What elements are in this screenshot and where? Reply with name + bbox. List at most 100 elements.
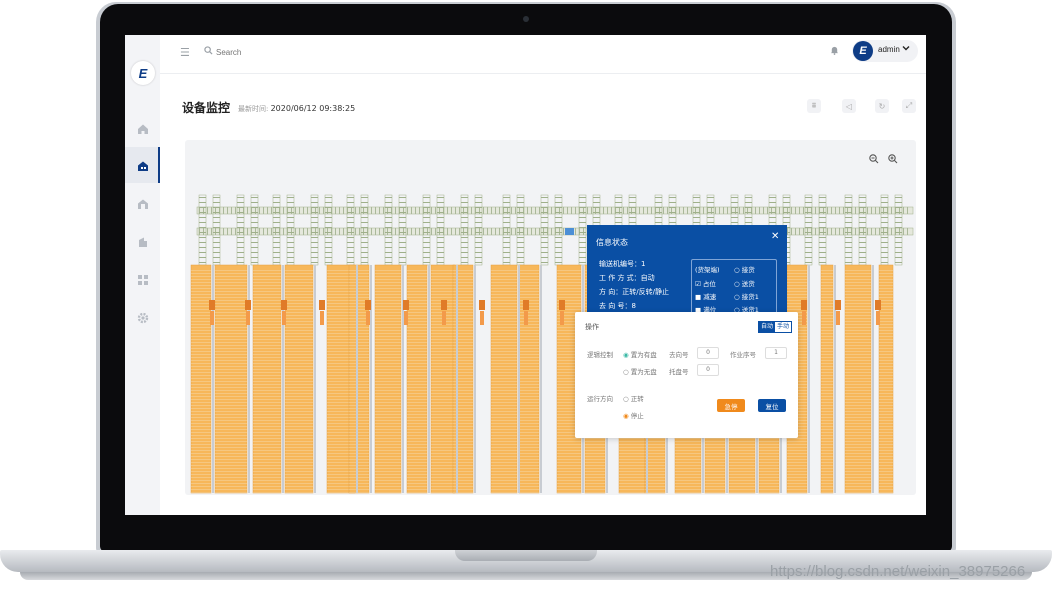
rack-line — [431, 447, 455, 448]
conveyor-roller — [839, 228, 840, 235]
emergency-stop-button[interactable]: 急停 — [717, 399, 745, 412]
rack-line — [845, 381, 871, 382]
rack-line — [519, 465, 539, 466]
dest-input[interactable]: 0 — [697, 347, 719, 359]
ladder-rung — [579, 257, 586, 258]
conveyor-roller — [835, 228, 836, 235]
ladder-rung — [237, 247, 244, 248]
close-icon[interactable]: ✕ — [771, 231, 779, 242]
ladder-rung — [881, 252, 888, 253]
rack-line — [349, 369, 369, 370]
rack-line — [375, 294, 401, 295]
rack-line — [349, 471, 369, 472]
rack-line — [619, 465, 645, 466]
rack-line — [879, 279, 893, 280]
conveyor-roller — [495, 228, 496, 235]
rack-line — [375, 426, 401, 427]
grid-icon[interactable] — [136, 273, 150, 287]
building-icon[interactable] — [136, 235, 150, 249]
rack-line — [759, 483, 779, 484]
rack-line — [431, 279, 455, 280]
ladder-rung — [541, 262, 548, 263]
sound-icon[interactable]: ◁ — [842, 99, 856, 113]
refresh-icon[interactable]: ↻ — [875, 99, 889, 113]
rack-line — [375, 399, 401, 400]
rack-line — [821, 423, 833, 424]
ladder-rung — [475, 247, 482, 248]
reset-button[interactable]: 复位 — [758, 399, 786, 412]
rack-line — [519, 441, 539, 442]
logo[interactable]: E — [131, 61, 155, 85]
rack-line — [375, 462, 401, 463]
rack-line — [491, 279, 517, 280]
rack-line — [215, 300, 247, 301]
conveyor-roller — [799, 228, 800, 235]
ladder-rung — [555, 207, 562, 208]
ladder-rung — [437, 207, 444, 208]
rack-line — [253, 276, 281, 277]
filter-tool-icon[interactable]: ⩩ — [807, 99, 821, 113]
radio-stop[interactable]: ◉ 停止 — [623, 410, 644, 420]
rack-line — [285, 384, 313, 385]
rack-line — [675, 444, 701, 445]
bell-icon[interactable] — [830, 45, 839, 58]
rack-line — [845, 405, 871, 406]
rack-line — [821, 339, 833, 340]
menu-toggle-icon[interactable]: ☰ — [180, 46, 190, 59]
rack-line — [407, 483, 427, 484]
conveyor-roller — [715, 207, 716, 214]
rack-line — [845, 366, 871, 367]
ladder-rung — [805, 207, 812, 208]
ladder-rung — [881, 257, 888, 258]
mode-manual[interactable]: 手动 — [775, 322, 791, 332]
radio-forward-label: 正转 — [630, 395, 644, 403]
aisle — [808, 265, 810, 493]
ladder-rung — [517, 232, 524, 233]
tray-input[interactable]: 0 — [697, 364, 719, 376]
conveyor-roller — [427, 228, 428, 235]
rack-line — [407, 369, 427, 370]
rack-line — [491, 435, 517, 436]
warehouse-monitor-icon[interactable] — [136, 159, 150, 173]
search-input[interactable] — [216, 45, 336, 59]
rack-line — [285, 483, 313, 484]
rack-line — [253, 438, 281, 439]
stacker-crane-mast — [802, 311, 806, 325]
mode-auto[interactable]: 自动 — [759, 322, 775, 332]
radio-forward[interactable]: ○ 正转 — [623, 393, 644, 403]
rack-line — [519, 321, 539, 322]
rack-line — [821, 363, 833, 364]
rack-line — [557, 453, 581, 454]
ladder-rung — [325, 257, 332, 258]
rack-line — [729, 468, 755, 469]
rack-line — [729, 480, 755, 481]
home-icon[interactable] — [136, 122, 150, 136]
rack-line — [821, 333, 833, 334]
rack-line — [519, 330, 539, 331]
storage-icon[interactable] — [136, 197, 150, 211]
rack-line — [759, 480, 779, 481]
rack-line — [787, 282, 807, 283]
fullscreen-icon[interactable]: ⤢ — [902, 99, 916, 113]
radio-has-tray[interactable]: ◉ 置为有盘 — [623, 349, 657, 359]
ladder-rung — [237, 257, 244, 258]
warehouse-map-canvas[interactable] — [185, 140, 916, 495]
storage-rack — [878, 264, 894, 494]
ladder-rung — [385, 212, 392, 213]
rack-line — [375, 348, 401, 349]
ladder-rung — [287, 227, 294, 228]
rack-line — [519, 444, 539, 445]
user-menu[interactable]: E admin — [852, 40, 918, 62]
rack-line — [375, 465, 401, 466]
rack-line — [705, 468, 725, 469]
radio-no-tray[interactable]: ○ 置为无盘 — [623, 366, 657, 376]
rack-line — [375, 420, 401, 421]
settings-gear-icon[interactable] — [136, 311, 150, 325]
rack-line — [821, 318, 833, 319]
seq-input[interactable]: 1 — [765, 347, 787, 359]
conveyor-roller — [267, 207, 268, 214]
conveyor-roller — [407, 207, 408, 214]
mode-toggle[interactable]: 自动 手动 — [758, 321, 792, 333]
rack-line — [253, 429, 281, 430]
rack-line — [431, 282, 455, 283]
